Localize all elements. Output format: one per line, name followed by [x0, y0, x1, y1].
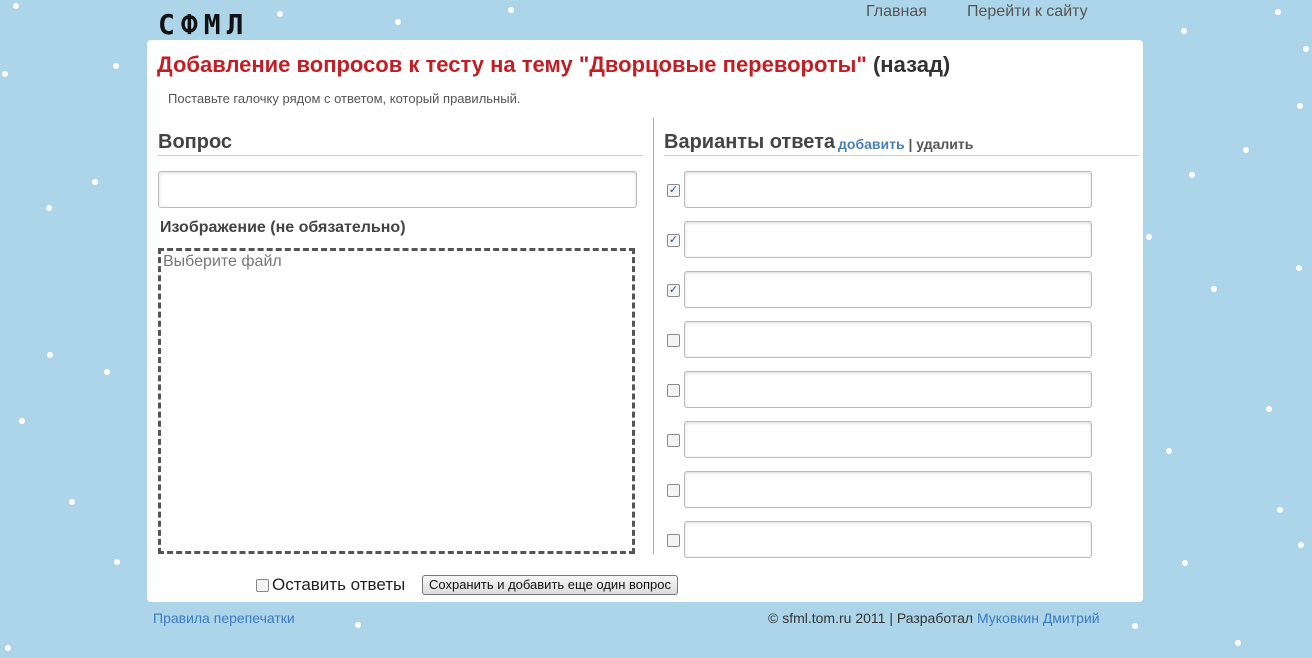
- back-link[interactable]: (назад): [873, 52, 950, 77]
- answer-row: ✓: [667, 271, 1097, 309]
- site-logo[interactable]: СФМЛ: [158, 8, 249, 41]
- answer-correct-checkbox[interactable]: ✓: [667, 184, 680, 197]
- nav-home-link[interactable]: Главная: [866, 3, 927, 21]
- footer-copyright: © sfml.tom.ru 2011 | Разработал Муковкин…: [768, 610, 1100, 626]
- answer-row: [667, 471, 1097, 509]
- answer-input[interactable]: [684, 421, 1092, 458]
- answer-input[interactable]: [684, 471, 1092, 508]
- answer-row: [667, 521, 1097, 559]
- keep-answers-option[interactable]: Оставить ответы: [256, 575, 405, 595]
- answer-row: [667, 371, 1097, 409]
- nav-go-to-site-link[interactable]: Перейти к сайту: [967, 3, 1088, 21]
- answer-input[interactable]: [684, 221, 1092, 258]
- answer-row: [667, 321, 1097, 359]
- answers-section-rule: [664, 155, 1139, 156]
- answer-correct-checkbox[interactable]: ✓: [667, 284, 680, 297]
- main-panel: Добавление вопросов к тесту на тему "Дво…: [147, 40, 1143, 602]
- reprint-rules-link[interactable]: Правила перепечатки: [153, 610, 295, 626]
- answer-input[interactable]: [684, 271, 1092, 308]
- answer-row: [667, 421, 1097, 459]
- add-answer-link[interactable]: добавить: [838, 136, 905, 152]
- column-divider: [653, 118, 654, 554]
- question-section-rule: [158, 155, 643, 156]
- author-link[interactable]: Муковкин Дмитрий: [977, 610, 1100, 626]
- answer-row: ✓: [667, 221, 1097, 259]
- keep-answers-checkbox[interactable]: [256, 579, 269, 593]
- answer-input[interactable]: [684, 171, 1092, 208]
- answer-correct-checkbox[interactable]: [667, 484, 680, 497]
- answer-input[interactable]: [684, 521, 1092, 558]
- save-and-add-button[interactable]: Сохранить и добавить еще один вопрос: [422, 575, 678, 595]
- delete-answer-link[interactable]: удалить: [916, 136, 973, 152]
- answer-correct-checkbox[interactable]: [667, 384, 680, 397]
- answer-row: ✓: [667, 171, 1097, 209]
- answer-correct-checkbox[interactable]: [667, 534, 680, 547]
- dropzone-text: Выберите файл: [163, 253, 282, 270]
- answer-actions: добавить | удалить: [838, 136, 973, 152]
- question-input[interactable]: [158, 171, 637, 208]
- answer-correct-checkbox[interactable]: [667, 334, 680, 347]
- answers-section-title: Варианты ответа: [664, 131, 836, 153]
- image-dropzone[interactable]: Выберите файл: [158, 248, 635, 554]
- answer-input[interactable]: [684, 371, 1092, 408]
- image-label: Изображение (не обязательно): [160, 219, 406, 236]
- answer-correct-checkbox[interactable]: ✓: [667, 234, 680, 247]
- answer-correct-checkbox[interactable]: [667, 434, 680, 447]
- copyright-text: © sfml.tom.ru 2011 | Разработал: [768, 610, 974, 626]
- page-title: Добавление вопросов к тесту на тему "Дво…: [157, 52, 950, 78]
- page-title-text: Добавление вопросов к тесту на тему "Дво…: [157, 52, 867, 77]
- actions-separator: |: [908, 136, 913, 152]
- keep-answers-label: Оставить ответы: [272, 575, 406, 594]
- question-section-title: Вопрос: [158, 131, 233, 153]
- answer-input[interactable]: [684, 321, 1092, 358]
- instruction-text: Поставьте галочку рядом с ответом, котор…: [168, 91, 521, 106]
